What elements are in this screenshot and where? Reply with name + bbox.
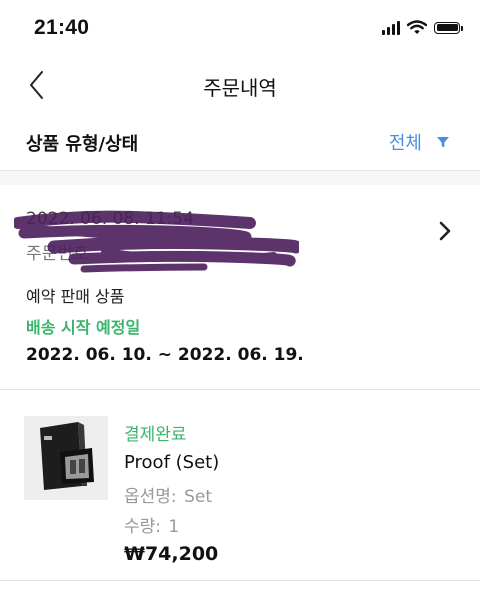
order-card[interactable]: 2022. 06. 08. 11:54 주문번호 예약 판매 상품 배송 시작 … (0, 185, 480, 390)
product-price: ₩74,200 (124, 543, 219, 565)
album-box-image (24, 416, 108, 500)
product-name: Proof (Set) (124, 452, 220, 473)
chevron-right-icon (439, 221, 451, 241)
product-option: 옵션명: Set (124, 482, 212, 507)
battery-icon (434, 21, 463, 34)
option-value: Set (184, 487, 212, 507)
quantity-value: 1 (168, 517, 180, 537)
filter-button[interactable]: 전체 (389, 129, 450, 155)
redaction-scribble (14, 210, 299, 273)
section-divider (0, 171, 480, 185)
status-time: 21:40 (34, 16, 90, 39)
shipping-date-range: 2022. 06. 10. ~ 2022. 06. 19. (26, 345, 304, 365)
sale-type: 예약 판매 상품 (26, 287, 125, 306)
filter-row: 상품 유형/상태 전체 (0, 118, 480, 171)
filter-funnel-icon (437, 137, 449, 148)
wifi-icon (407, 20, 427, 34)
page-title: 주문내역 (203, 76, 277, 100)
status-bar: 21:40 (0, 0, 480, 56)
cellular-signal-icon (382, 20, 400, 35)
shipping-start-label: 배송 시작 예정일 (26, 318, 141, 337)
option-key: 옵션명: (124, 487, 177, 507)
nav-bar: 주문내역 (0, 56, 480, 112)
product-item[interactable]: 결제완료 Proof (Set) 옵션명: Set 수량: 1 ₩74,200 (0, 390, 480, 581)
payment-status: 결제완료 (124, 425, 187, 445)
product-thumbnail[interactable] (24, 416, 108, 500)
quantity-key: 수량: (124, 517, 162, 537)
filter-value: 전체 (388, 133, 422, 154)
product-quantity: 수량: 1 (124, 512, 179, 537)
filter-label: 상품 유형/상태 (26, 134, 139, 155)
status-icons (382, 20, 463, 35)
